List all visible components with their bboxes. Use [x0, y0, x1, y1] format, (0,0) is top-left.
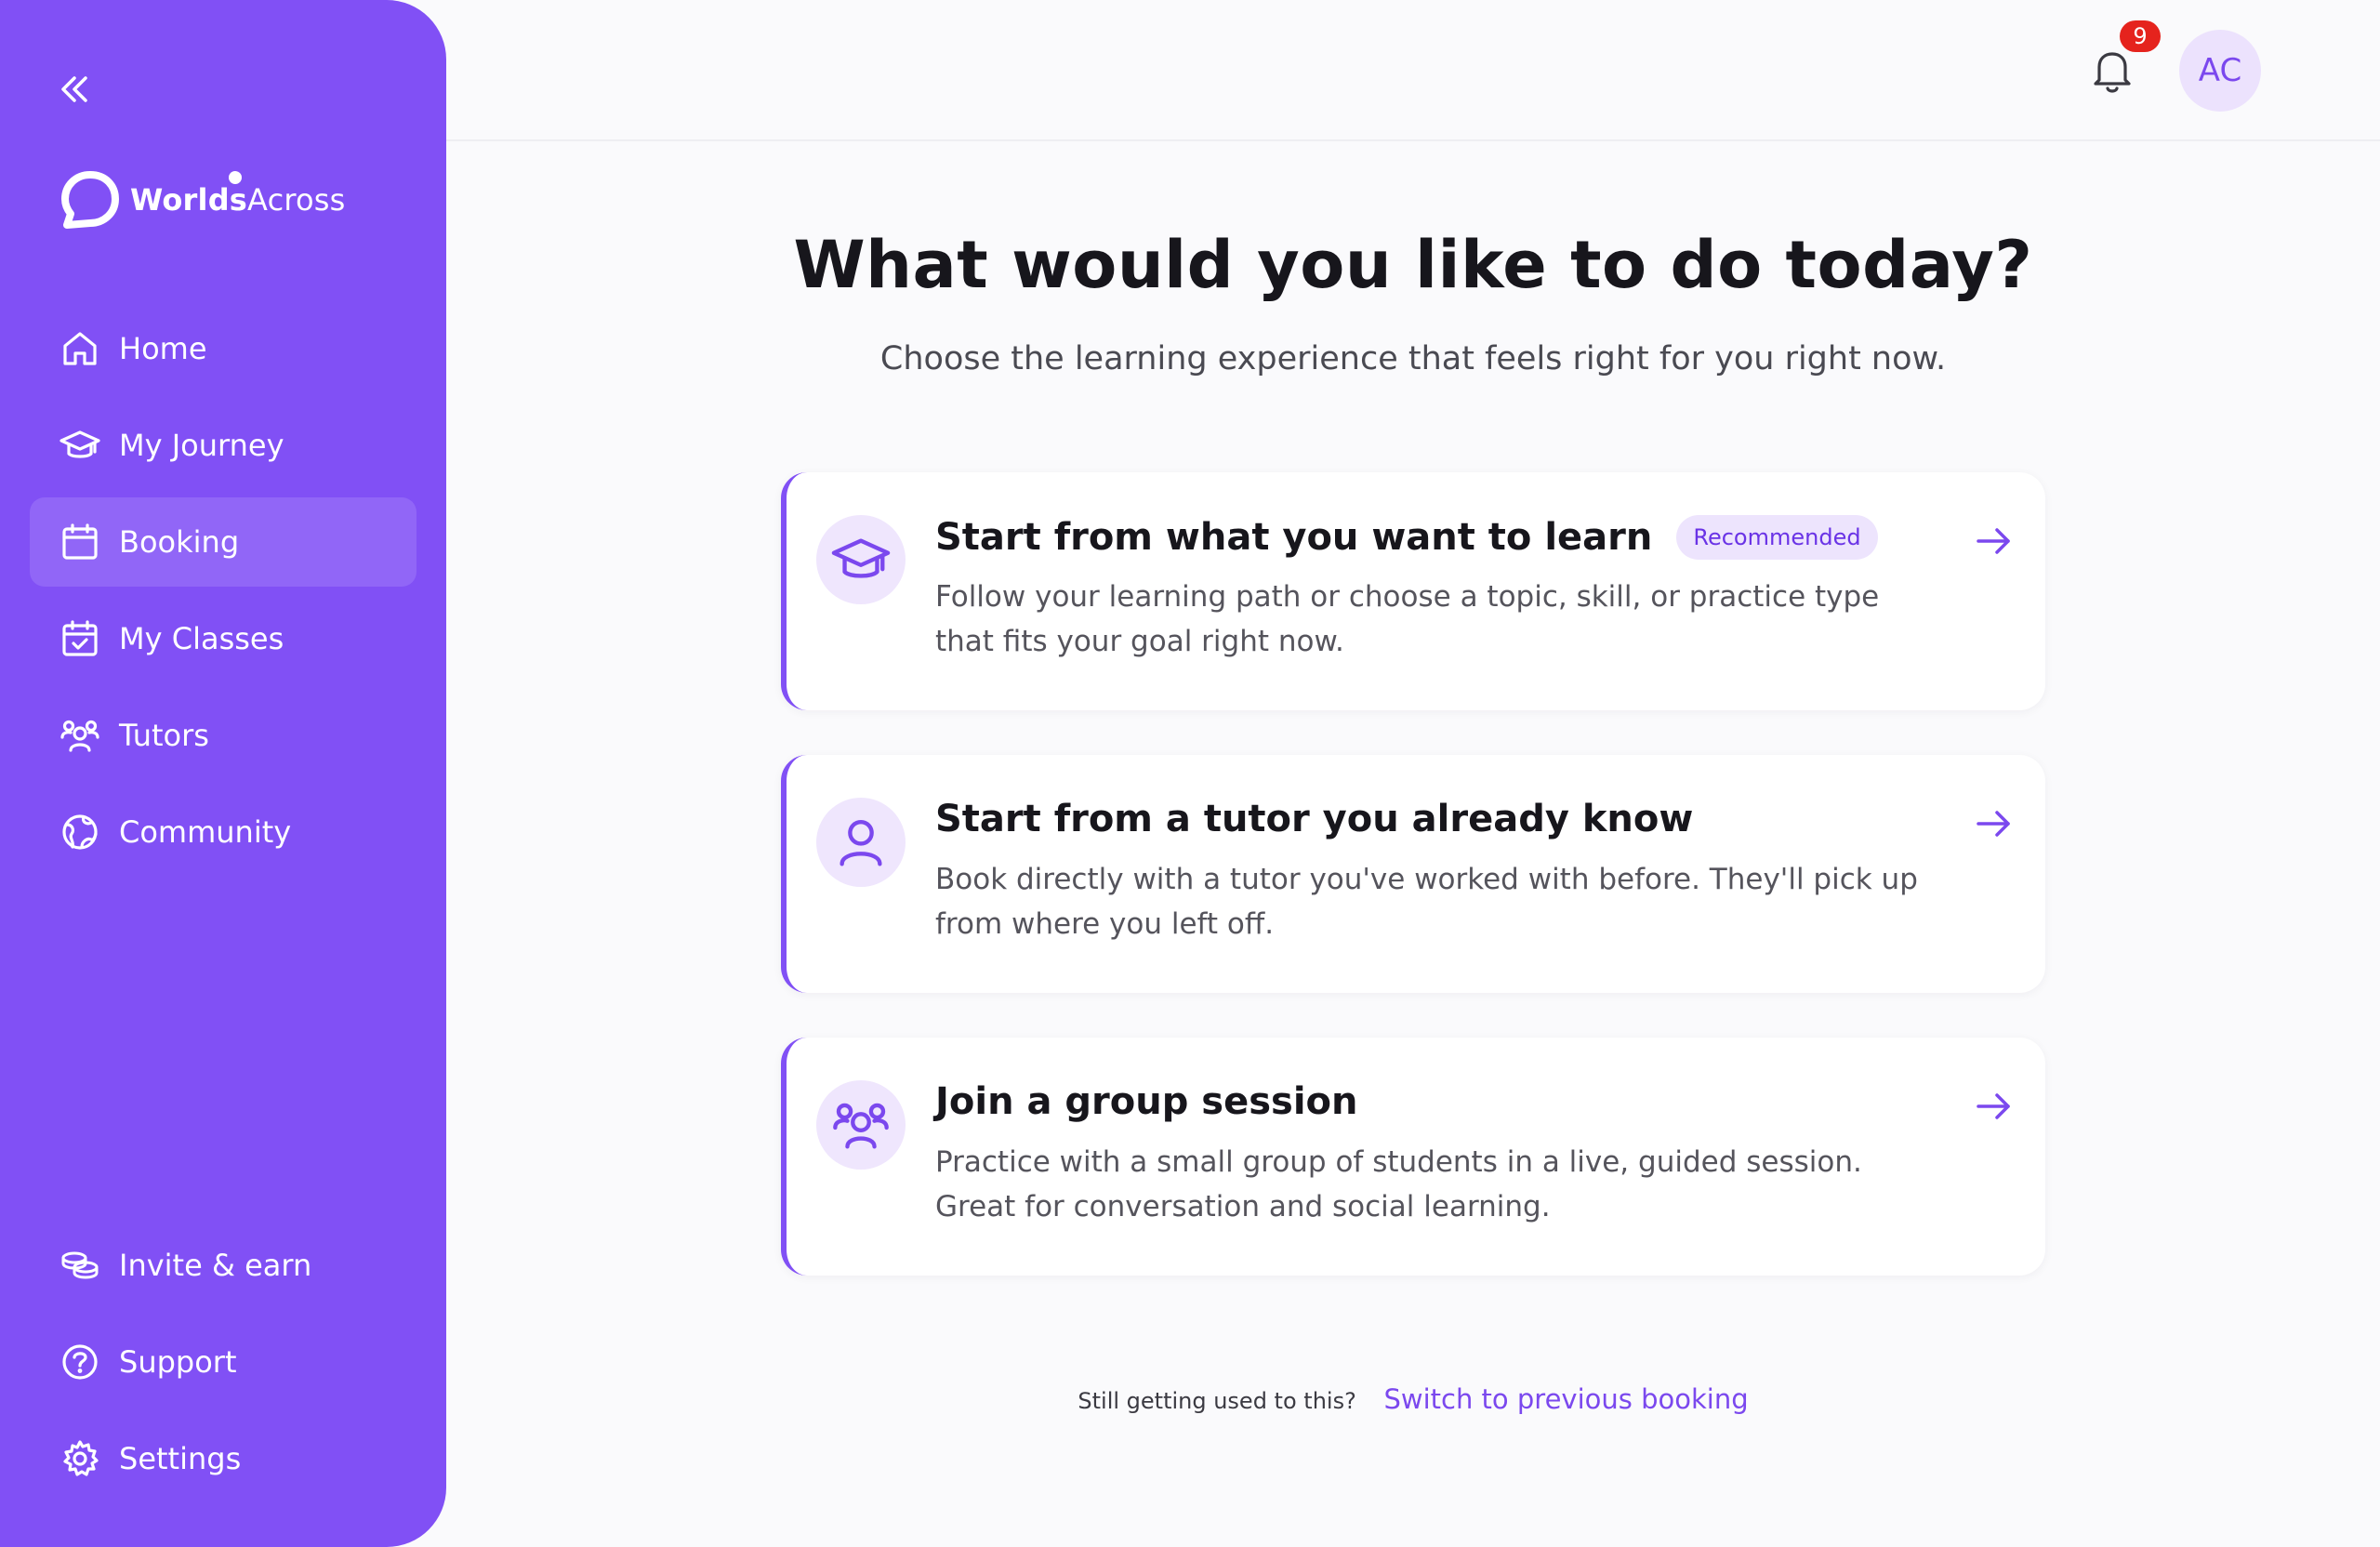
sidebar-item-home[interactable]: Home: [30, 304, 416, 393]
page-subtitle: Choose the learning experience that feel…: [879, 340, 1947, 377]
sidebar-item-label: Home: [119, 331, 207, 366]
notification-count-badge: 9: [2120, 20, 2161, 52]
sidebar-item-label: Invite & earn: [119, 1248, 312, 1283]
arrow-right-icon: [1971, 1084, 2016, 1129]
double-chevron-left-icon: [61, 76, 87, 102]
chat-bubble-logo-icon: [61, 171, 119, 229]
sidebar-item-community[interactable]: Community: [30, 787, 416, 877]
card-icon-circle: [816, 1080, 906, 1170]
sidebar-item-label: Settings: [119, 1441, 242, 1476]
card-description: Practice with a small group of students …: [935, 1145, 1862, 1223]
footer-text: Still getting used to this?: [1078, 1388, 1356, 1414]
logo[interactable]: WorldsAcross: [58, 167, 346, 232]
sidebar-item-tutors[interactable]: Tutors: [30, 691, 416, 780]
users-icon: [60, 715, 100, 756]
option-card-tutor[interactable]: Start from a tutor you already know Book…: [781, 755, 2045, 993]
calendar-icon: [60, 522, 100, 562]
page-title: What would you like to do today?: [793, 227, 2033, 303]
sidebar-item-label: Support: [119, 1344, 237, 1380]
sidebar-item-invite-earn[interactable]: Invite & earn: [30, 1221, 416, 1310]
switch-to-previous-booking-link[interactable]: Switch to previous booking: [1383, 1383, 1748, 1415]
sidebar-item-label: My Classes: [119, 621, 284, 656]
sidebar-bottom-nav: Invite & earn Support Settings: [30, 1221, 416, 1511]
sidebar-item-label: Booking: [119, 524, 240, 560]
card-title-text: Start from a tutor you already know: [935, 798, 1694, 840]
card-title: Start from a tutor you already know: [935, 798, 1693, 840]
option-card-group[interactable]: Join a group session Practice with a sma…: [781, 1038, 2045, 1276]
sidebar-item-my-journey[interactable]: My Journey: [30, 401, 416, 490]
notifications-button[interactable]: [2088, 45, 2136, 97]
arrow-right-icon: [1971, 519, 2016, 563]
home-icon: [60, 328, 100, 369]
logo-dot: [229, 171, 242, 184]
sidebar-item-label: My Journey: [119, 428, 284, 463]
user-icon: [840, 820, 882, 866]
brand-name: WorldsAcross: [130, 182, 346, 218]
graduation-cap-icon: [831, 538, 891, 578]
bell-icon: [2094, 52, 2131, 93]
card-icon-circle: [816, 798, 906, 887]
option-card-learn[interactable]: Start from what you want to learn Recomm…: [781, 472, 2045, 710]
card-description: Book directly with a tutor you've worked…: [935, 863, 1918, 941]
globe-icon: [60, 812, 100, 853]
group-icon: [833, 1103, 889, 1149]
collapse-sidebar-button[interactable]: [56, 73, 93, 106]
recommended-badge: Recommended: [1676, 515, 1878, 560]
help-circle-icon: [60, 1342, 100, 1382]
sidebar: WorldsAcross Home My Journey Booking My …: [0, 0, 446, 1547]
sidebar-item-settings[interactable]: Settings: [30, 1414, 416, 1503]
sidebar-item-my-classes[interactable]: My Classes: [30, 594, 416, 683]
gear-icon: [60, 1438, 100, 1479]
sidebar-nav: Home My Journey Booking My Classes Tutor…: [30, 304, 416, 884]
graduation-cap-icon: [60, 425, 100, 466]
sidebar-item-label: Community: [119, 814, 292, 850]
sidebar-item-support[interactable]: Support: [30, 1317, 416, 1407]
card-title-text: Join a group session: [935, 1080, 1358, 1123]
calendar-check-icon: [60, 618, 100, 659]
card-icon-circle: [816, 515, 906, 604]
arrow-right-icon: [1971, 801, 2016, 846]
card-title: Start from what you want to learn Recomm…: [935, 515, 1878, 560]
card-description: Follow your learning path or choose a to…: [935, 580, 1880, 658]
coins-icon: [60, 1245, 100, 1286]
sidebar-item-booking[interactable]: Booking: [30, 497, 416, 587]
card-title-text: Start from what you want to learn: [935, 516, 1653, 559]
footer-switch-line: Still getting used to this? Switch to pr…: [446, 1383, 2380, 1415]
sidebar-item-label: Tutors: [119, 718, 209, 753]
avatar[interactable]: AC: [2179, 30, 2261, 112]
card-title: Join a group session: [935, 1080, 1358, 1123]
